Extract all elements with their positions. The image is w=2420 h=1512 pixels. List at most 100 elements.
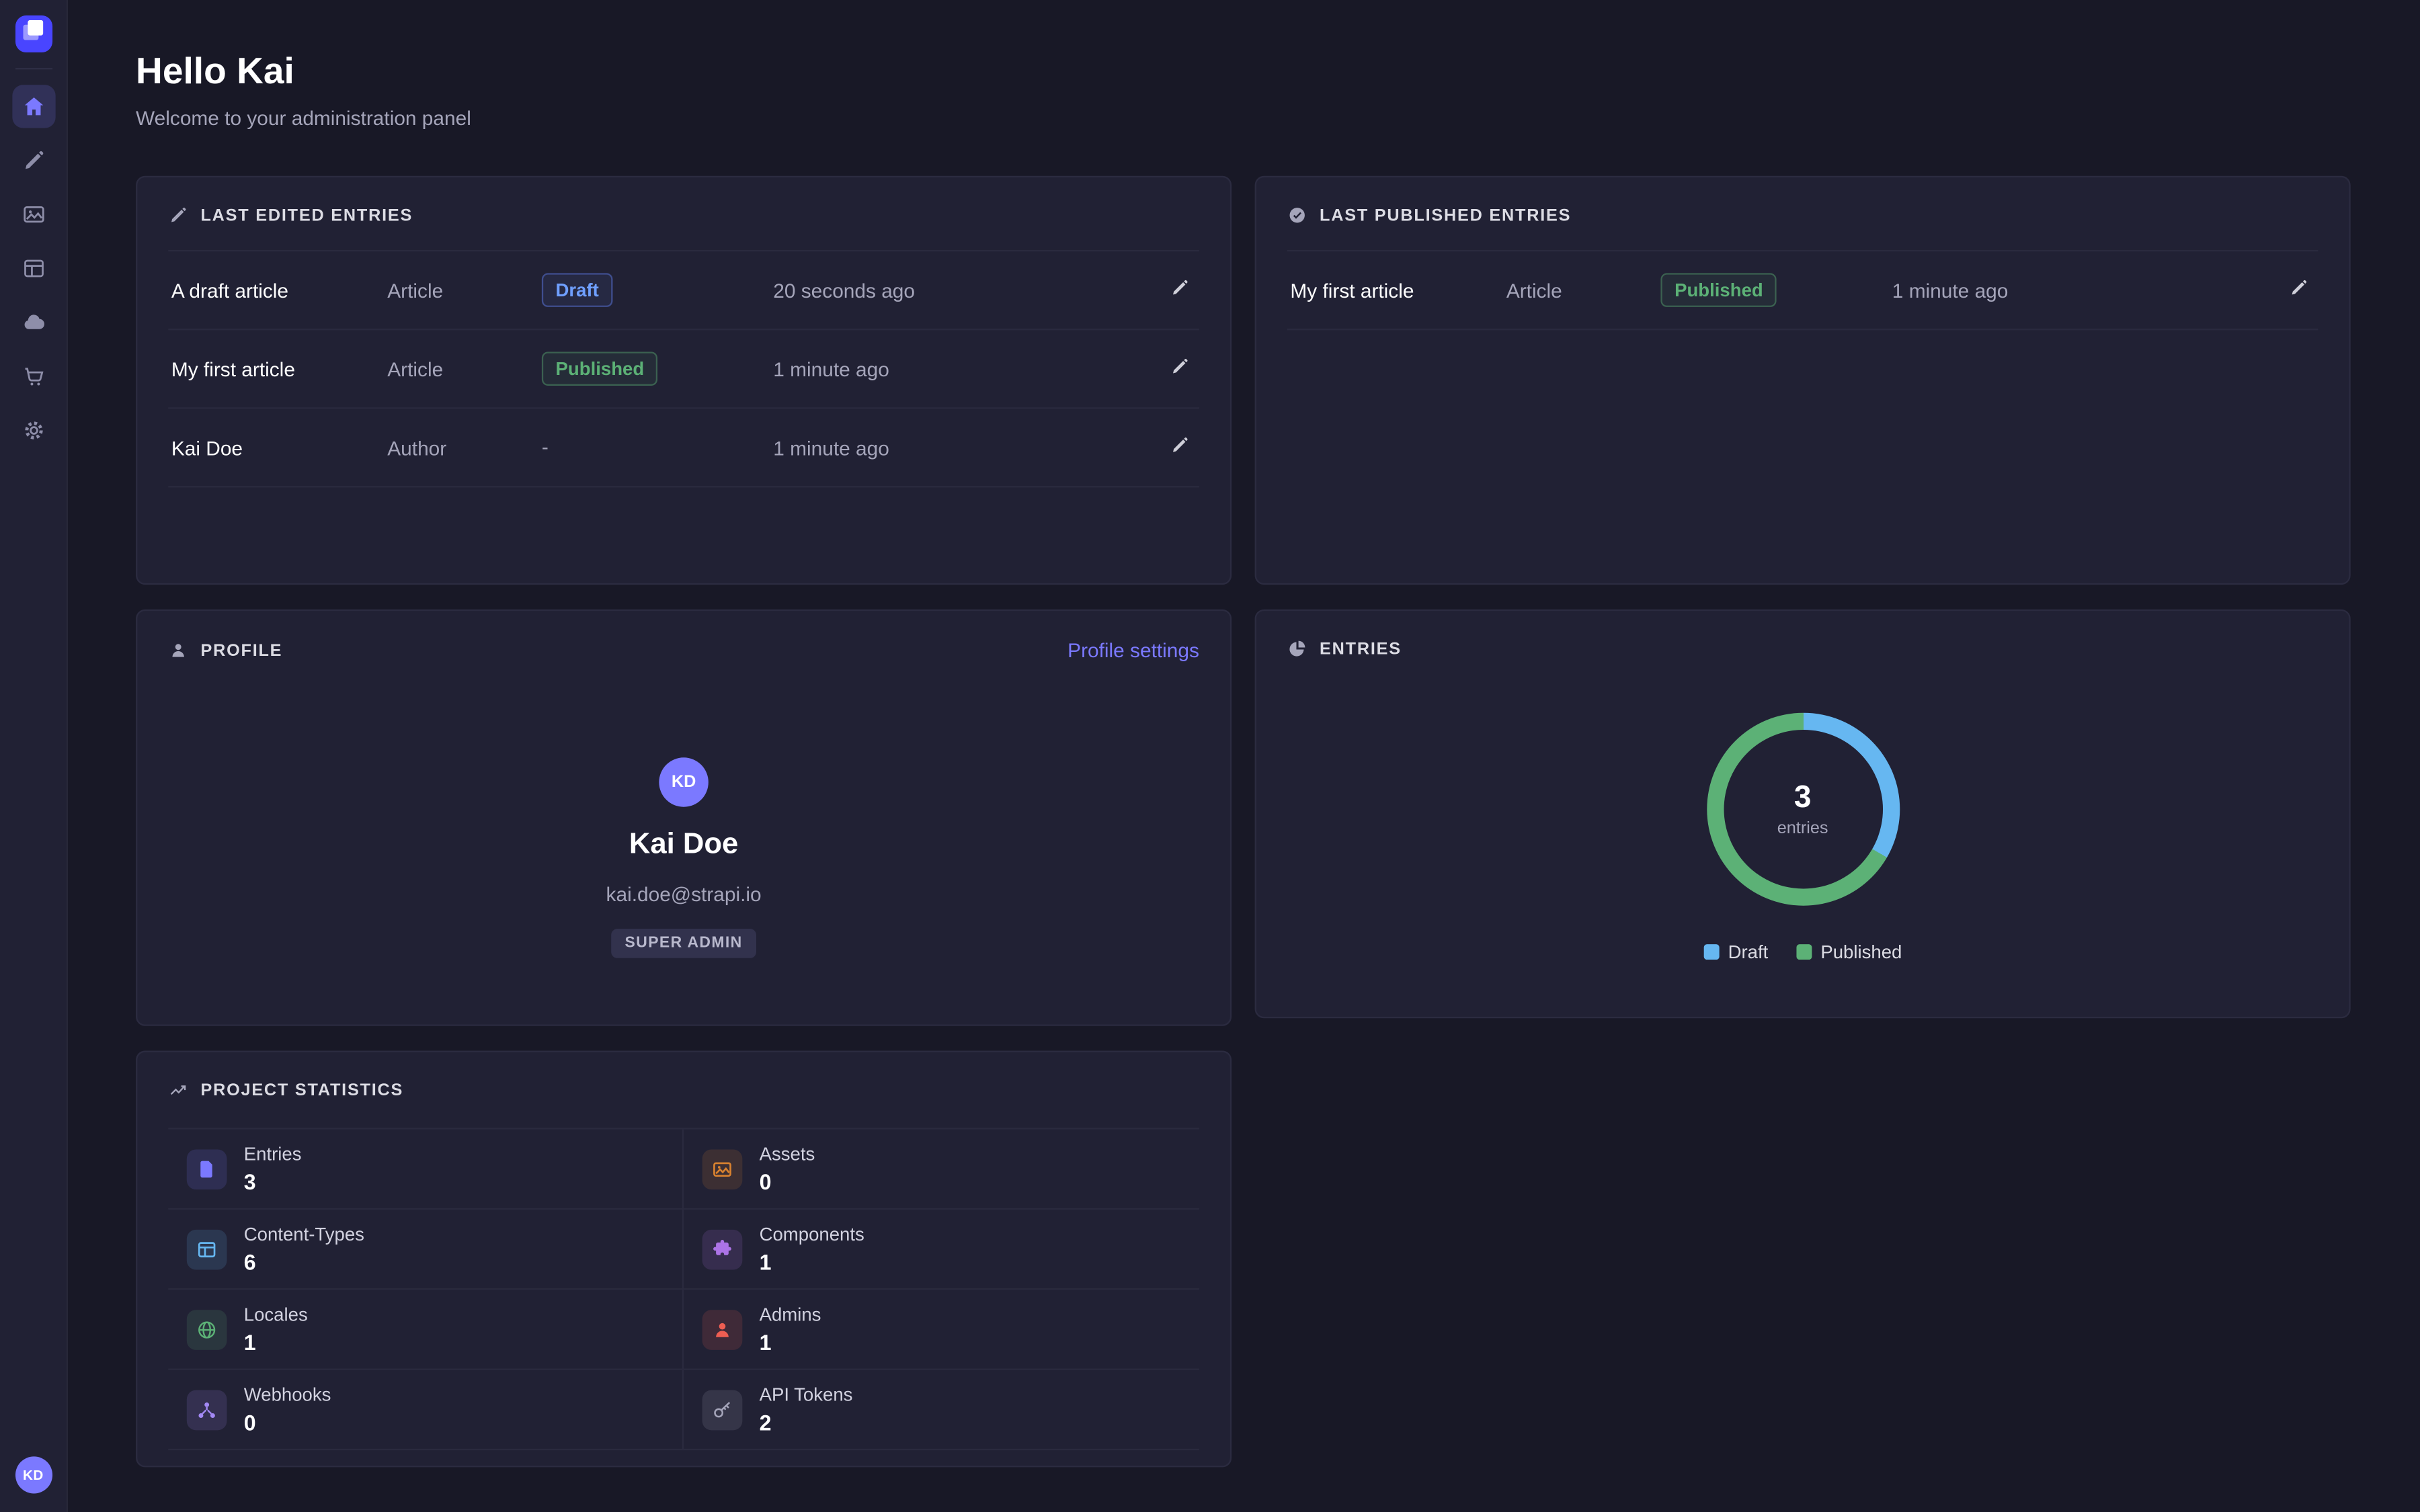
pencil-icon — [21, 148, 46, 173]
stat-value: 1 — [244, 1330, 308, 1355]
profile-title: PROFILE — [200, 641, 282, 660]
home-icon — [21, 94, 46, 119]
profile-name: Kai Doe — [629, 829, 738, 863]
stat-content-types: Content-Types 6 — [168, 1210, 684, 1290]
main-content: Hello Kai Welcome to your administration… — [68, 0, 2420, 1512]
stat-label: Entries — [244, 1143, 302, 1165]
sidebar-item-home[interactable] — [11, 85, 54, 128]
entry-name: A draft article — [171, 278, 387, 301]
stat-components: Components 1 — [684, 1210, 1199, 1290]
person-icon — [168, 640, 188, 661]
page-title: Hello Kai — [136, 51, 2351, 94]
entries-total: 3 — [1794, 781, 1812, 816]
stat-admins: Admins1 — [684, 1290, 1199, 1370]
sidebar: KD — [0, 0, 68, 1512]
legend-label: Published — [1820, 941, 1902, 963]
edit-entry-button[interactable] — [1164, 429, 1196, 466]
stat-value: 1 — [760, 1250, 864, 1275]
stat-webhooks: Webhooks 0 — [168, 1370, 684, 1450]
last-published-title: LAST PUBLISHED ENTRIES — [1320, 206, 1571, 225]
profile-card: PROFILE Profile settings KD Kai Doe kai.… — [136, 610, 1232, 1026]
stat-label: Content-Types — [244, 1224, 364, 1245]
entry-time: 1 minute ago — [1892, 278, 2272, 301]
stat-label: API Tokens — [760, 1384, 853, 1405]
stat-value: 0 — [244, 1410, 331, 1435]
sidebar-divider — [15, 68, 52, 69]
pencil-icon — [1170, 356, 1190, 381]
page-header: Hello Kai Welcome to your administration… — [136, 51, 2351, 130]
edit-entry-button[interactable] — [1164, 271, 1196, 308]
status-empty: - — [542, 435, 549, 458]
entry-kind: Article — [387, 278, 542, 301]
stat-locales: Locales1 — [168, 1290, 684, 1370]
entry-name: My first article — [171, 358, 387, 380]
profile-settings-link[interactable]: Profile settings — [1067, 639, 1199, 662]
pie-chart-icon — [1287, 639, 1307, 659]
stat-assets: Assets 0 — [684, 1130, 1199, 1210]
legend-item-published: Published — [1796, 941, 1902, 963]
cloud-icon — [21, 310, 46, 335]
sidebar-item-cloud[interactable] — [11, 301, 54, 344]
pencil-icon — [1170, 435, 1190, 460]
image-icon — [702, 1148, 743, 1189]
table-row[interactable]: Kai Doe Author - 1 minute ago — [168, 409, 1199, 487]
hub-icon — [187, 1389, 227, 1429]
globe-icon — [187, 1309, 227, 1349]
last-edited-table: A draft article Article Draft 20 seconds… — [168, 250, 1199, 488]
last-edited-title: LAST EDITED ENTRIES — [200, 206, 413, 225]
page-subtitle: Welcome to your administration panel — [136, 106, 2351, 129]
project-statistics-title: PROJECT STATISTICS — [200, 1081, 403, 1099]
layout-icon — [187, 1229, 227, 1269]
status-badge: Published — [1660, 273, 1777, 307]
entry-kind: Article — [1506, 278, 1661, 301]
cart-icon — [21, 364, 46, 389]
entry-time: 1 minute ago — [773, 358, 1153, 380]
sidebar-item-content-manager[interactable] — [11, 139, 54, 182]
entries-card: ENTRIES 3 entries Draft — [1255, 610, 2351, 1018]
sidebar-item-content-type-builder[interactable] — [11, 247, 54, 290]
pencil-icon — [1170, 278, 1190, 302]
image-icon — [21, 202, 46, 227]
table-row[interactable]: A draft article Article Draft 20 seconds… — [168, 251, 1199, 330]
puzzle-icon — [702, 1229, 743, 1269]
entry-time: 1 minute ago — [773, 436, 1153, 459]
edit-entry-button[interactable] — [2283, 271, 2315, 308]
profile-email: kai.doe@strapi.io — [606, 882, 762, 905]
strapi-logo[interactable] — [15, 15, 52, 52]
trend-up-icon — [168, 1080, 188, 1100]
sidebar-item-media-library[interactable] — [11, 193, 54, 236]
published-swatch — [1796, 944, 1812, 960]
stat-label: Admins — [760, 1304, 821, 1325]
status-badge: Published — [542, 351, 658, 386]
table-row[interactable]: My first article Article Published 1 min… — [168, 330, 1199, 409]
role-badge: SUPER ADMIN — [611, 929, 756, 958]
table-row[interactable]: My first article Article Published 1 min… — [1287, 251, 2318, 330]
entries-total-label: entries — [1777, 819, 1828, 838]
status-badge: Draft — [542, 273, 613, 307]
stat-label: Assets — [760, 1143, 815, 1165]
last-published-card: LAST PUBLISHED ENTRIES My first article … — [1255, 176, 2351, 585]
stat-value: 6 — [244, 1250, 364, 1275]
last-edited-card: LAST EDITED ENTRIES A draft article Arti… — [136, 176, 1232, 585]
last-published-table: My first article Article Published 1 min… — [1287, 250, 2318, 330]
stat-value: 0 — [760, 1169, 815, 1194]
project-statistics-card: PROJECT STATISTICS Entries 3 Assets 0 Cont… — [136, 1051, 1232, 1468]
stat-value: 3 — [244, 1169, 302, 1194]
stat-label: Webhooks — [244, 1384, 331, 1405]
sidebar-user-avatar[interactable]: KD — [15, 1456, 52, 1493]
app-window: KD Hello Kai Welcome to your administrat… — [0, 0, 2420, 1512]
stats-grid: Entries 3 Assets 0 Content-Types 6 Componen… — [168, 1128, 1199, 1450]
sidebar-item-marketplace[interactable] — [11, 355, 54, 398]
legend-label: Draft — [1728, 941, 1769, 963]
entry-time: 20 seconds ago — [773, 278, 1153, 301]
book-icon — [187, 1148, 227, 1189]
stat-label: Components — [760, 1224, 864, 1245]
stat-entries: Entries 3 — [168, 1130, 684, 1210]
sidebar-item-settings[interactable] — [11, 409, 54, 452]
edit-entry-button[interactable] — [1164, 350, 1196, 387]
pencil-icon — [2289, 278, 2309, 302]
entry-kind: Author — [387, 436, 542, 459]
pencil-icon — [168, 205, 188, 225]
stat-value: 2 — [760, 1410, 853, 1435]
entries-title: ENTRIES — [1320, 640, 1402, 659]
